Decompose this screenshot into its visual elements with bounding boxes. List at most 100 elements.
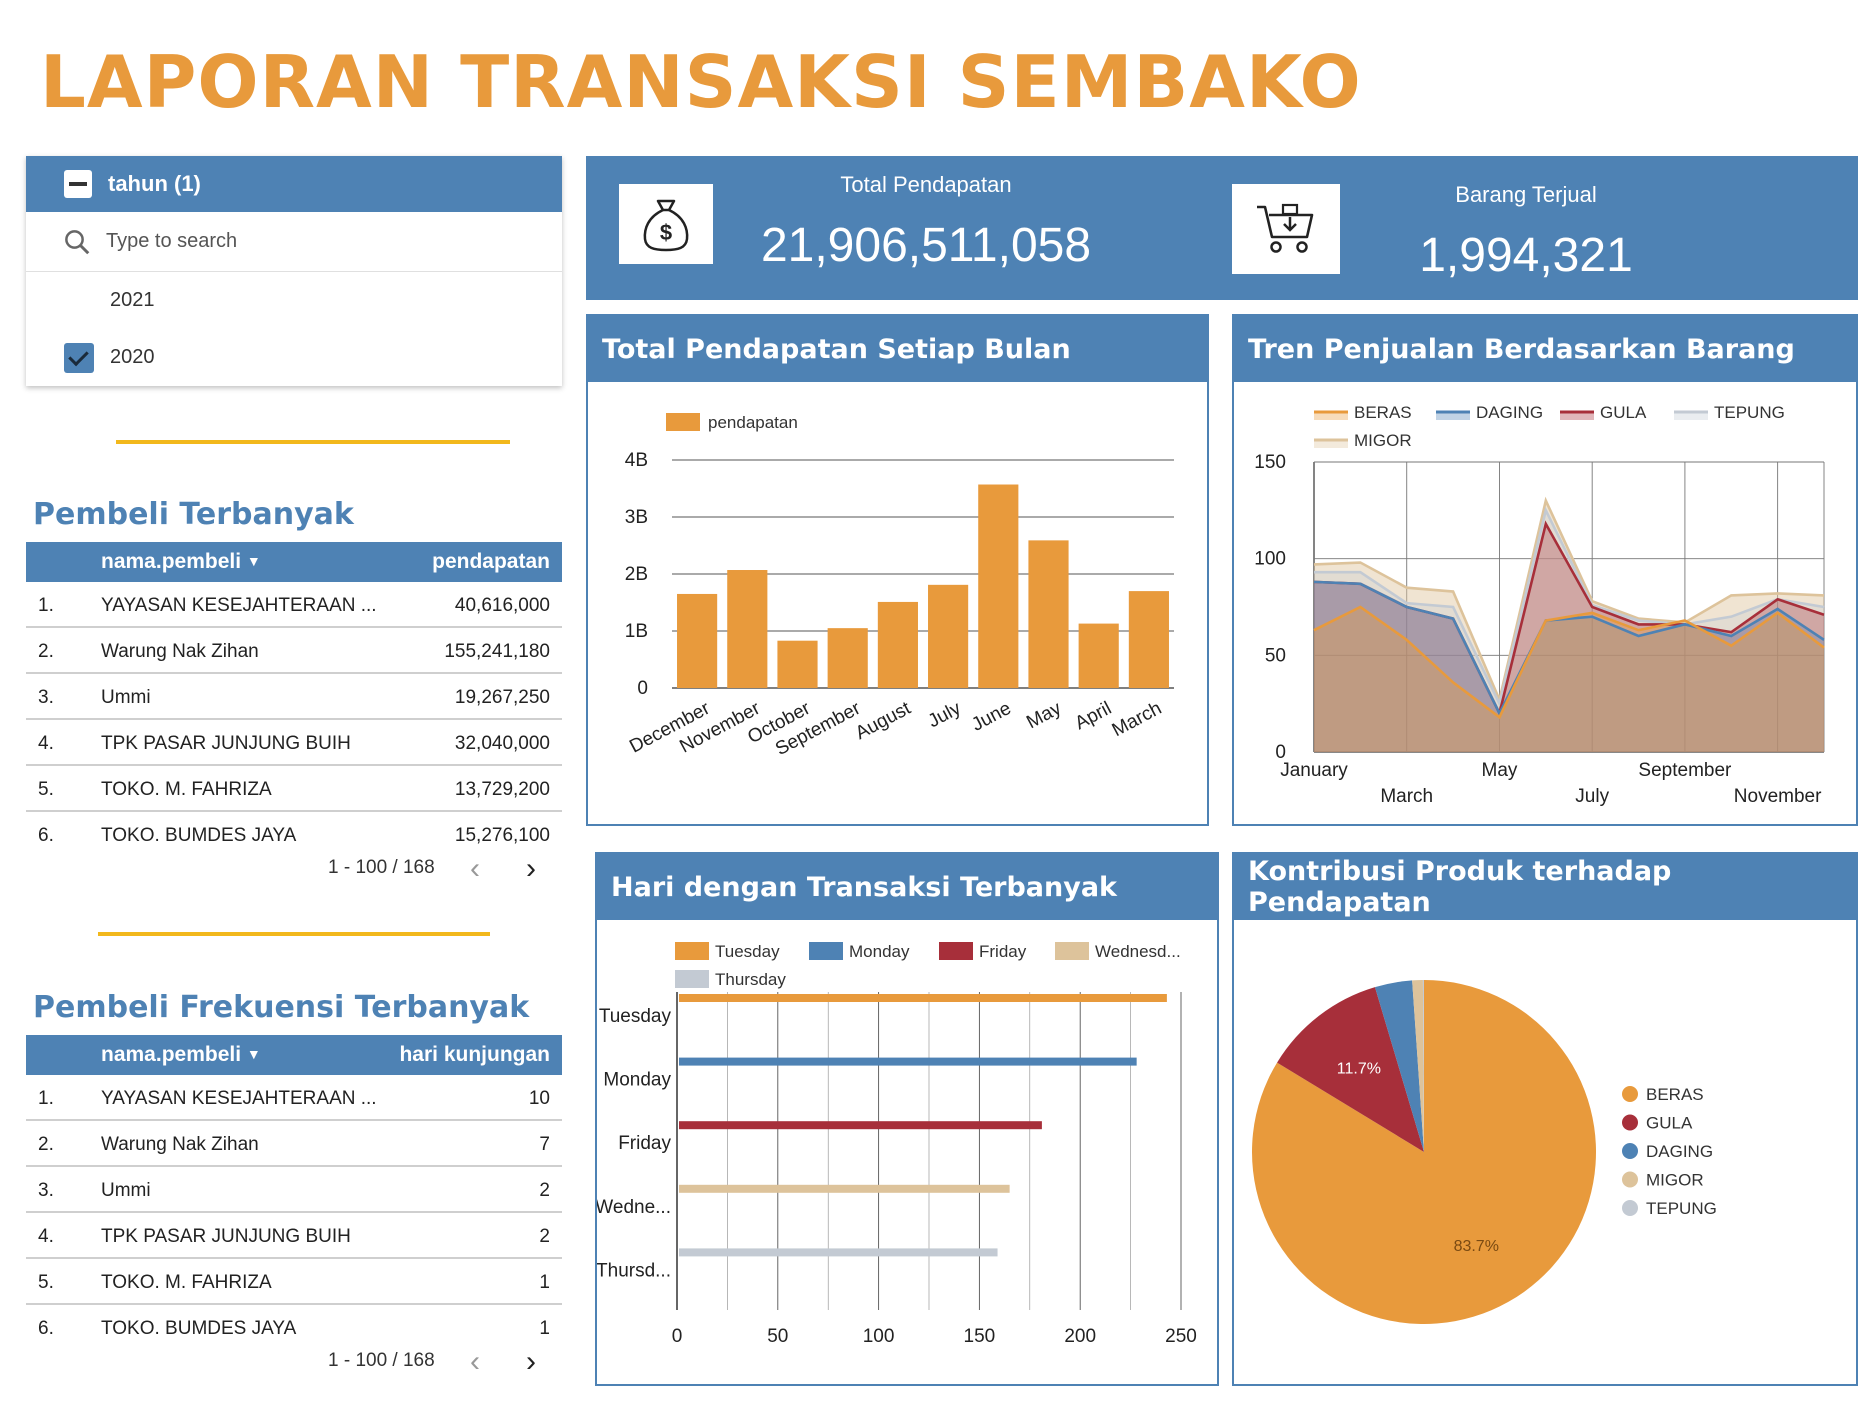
table-row[interactable]: 1. YAYASAN KESEJAHTERAAN ... 40,616,000 (26, 582, 562, 628)
y-tick-label: 4B (625, 450, 648, 471)
prev-page-icon[interactable]: ‹ (470, 1345, 480, 1379)
legend-swatch (1622, 1114, 1638, 1131)
checkbox-2020-checked[interactable] (64, 342, 94, 373)
table-row[interactable]: 2. Warung Nak Zihan 7 (26, 1121, 562, 1167)
x-tick-label: 150 (964, 1326, 996, 1347)
legend-label: Friday (979, 942, 1027, 961)
legend-label: Thursday (715, 970, 786, 989)
legend-swatch (1055, 942, 1089, 960)
y-tick-label: 2B (625, 564, 648, 585)
row-number: 3. (38, 687, 54, 708)
buyer-name: YAYASAN KESEJAHTERAAN ... (101, 1088, 377, 1109)
panel-title: Kontribusi Produk terhadap Pendapatan (1234, 854, 1856, 920)
table-row[interactable]: 6. TOKO. BUMDES JAYA 15,276,100 (26, 812, 562, 858)
sold-value: 1,994,321 (1419, 229, 1633, 282)
table-row[interactable]: 4. TPK PASAR JUNJUNG BUIH 32,040,000 (26, 720, 562, 766)
panel-title: Total Pendapatan Setiap Bulan (588, 316, 1207, 382)
x-tick-label: April (1072, 698, 1115, 734)
x-tick-label: January (1280, 760, 1348, 781)
svg-text:$: $ (660, 220, 672, 245)
x-tick-label: May (1023, 698, 1065, 734)
filter-option-label: 2020 (110, 346, 155, 368)
next-page-icon[interactable]: › (526, 1345, 536, 1379)
legend-label: Tuesday (715, 942, 780, 961)
x-tick-label: June (968, 698, 1014, 736)
bar (679, 1121, 1042, 1130)
legend-label: DAGING (1646, 1142, 1713, 1161)
filter-search[interactable]: Type to search (26, 212, 562, 272)
table-row[interactable]: 4. TPK PASAR JUNJUNG BUIH 2 (26, 1213, 562, 1259)
table-row[interactable]: 2. Warung Nak Zihan 155,241,180 (26, 628, 562, 674)
x-tick-label: July (925, 698, 965, 733)
bar (1028, 540, 1069, 688)
filter-option-2021[interactable]: 2021 (26, 272, 562, 329)
buyer-name: TPK PASAR JUNJUNG BUIH (101, 733, 351, 754)
bar (679, 1248, 998, 1257)
row-value: 32,040,000 (454, 733, 550, 754)
legend-label: MIGOR (1646, 1171, 1704, 1190)
buyer-name: Warung Nak Zihan (101, 641, 259, 662)
row-value: 40,616,000 (454, 595, 550, 616)
x-tick-label: March (1109, 698, 1165, 741)
bar (679, 1184, 1010, 1193)
table-row[interactable]: 5. TOKO. M. FAHRIZA 1 (26, 1259, 562, 1305)
x-tick-label: 200 (1064, 1326, 1096, 1347)
table-row[interactable]: 5. TOKO. M. FAHRIZA 13,729,200 (26, 766, 562, 812)
col-name-header[interactable]: nama.pembeli ▼ (101, 1043, 261, 1067)
year-filter[interactable]: tahun (1) Type to search 2021 2020 (26, 156, 562, 386)
bar (727, 570, 768, 688)
slice-label: 11.7% (1337, 1061, 1381, 1078)
col-value-header[interactable]: hari kunjungan (399, 1043, 550, 1067)
buyer-name: Ummi (101, 687, 151, 708)
row-value: 155,241,180 (444, 641, 550, 662)
col-name-header[interactable]: nama.pembeli ▼ (101, 550, 261, 574)
y-tick-label: Monday (603, 1070, 671, 1091)
legend-label: TEPUNG (1714, 403, 1785, 422)
x-tick-label: September (1638, 760, 1732, 781)
col-value-header[interactable]: pendapatan (432, 550, 550, 574)
table-row[interactable]: 1. YAYASAN KESEJAHTERAAN ... 10 (26, 1075, 562, 1121)
x-tick-label: 100 (863, 1326, 895, 1347)
row-number: 2. (38, 641, 54, 662)
table-header: nama.pembeli ▼ hari kunjungan (26, 1035, 562, 1075)
monthly-revenue-panel: Total Pendapatan Setiap Bulan pendapatan… (586, 314, 1209, 826)
filter-header-label: tahun (1) (108, 171, 201, 196)
y-tick-label: 100 (1254, 549, 1286, 570)
next-page-icon[interactable]: › (526, 852, 536, 886)
buyer-name: TOKO. M. FAHRIZA (101, 1272, 272, 1293)
checkbox-2021[interactable] (64, 286, 94, 316)
filter-header[interactable]: tahun (1) (26, 156, 562, 212)
divider (116, 440, 510, 444)
filter-option-2020[interactable]: 2020 (26, 329, 562, 386)
frequent-buyers-title: Pembeli Frekuensi Terbanyak (33, 990, 530, 1025)
table-row[interactable]: 6. TOKO. BUMDES JAYA 1 (26, 1305, 562, 1351)
y-tick-label: 150 (1254, 452, 1286, 473)
divider (98, 932, 490, 936)
row-number: 5. (38, 779, 54, 800)
collapse-icon[interactable] (64, 170, 92, 198)
revenue-label: Total Pendapatan (840, 172, 1012, 197)
legend-swatch (1622, 1143, 1638, 1159)
bar (679, 994, 1167, 1002)
buyer-name: TPK PASAR JUNJUNG BUIH (101, 1226, 351, 1247)
buyer-name: TOKO. M. FAHRIZA (101, 779, 272, 800)
pager-label: 1 - 100 / 168 (328, 857, 435, 878)
bar (1078, 623, 1119, 688)
row-number: 1. (38, 1088, 54, 1109)
product-contribution-panel: Kontribusi Produk terhadap Pendapatan 83… (1232, 852, 1858, 1386)
panel-title: Hari dengan Transaksi Terbanyak (597, 854, 1217, 920)
table-row[interactable]: 3. Ummi 19,267,250 (26, 674, 562, 720)
buyer-name: YAYASAN KESEJAHTERAAN ... (101, 595, 377, 616)
table-row[interactable]: 3. Ummi 2 (26, 1167, 562, 1213)
search-icon (65, 229, 90, 254)
row-number: 4. (38, 733, 54, 754)
legend-label: MIGOR (1354, 431, 1412, 450)
prev-page-icon[interactable]: ‹ (470, 852, 480, 886)
transaction-days-chart: Tuesday Monday Friday Wednesd... Thursday 0 50… (595, 942, 1197, 1347)
product-contribution-chart: 83.7% 11.7% BERAS GULA DAGING MIGOR TEPUNG (1252, 980, 1717, 1324)
row-value: 13,729,200 (454, 779, 550, 800)
x-tick-label: July (1575, 786, 1609, 807)
legend-swatch (809, 942, 843, 960)
row-value: 2 (539, 1180, 550, 1201)
legend-label: BERAS (1646, 1085, 1704, 1104)
